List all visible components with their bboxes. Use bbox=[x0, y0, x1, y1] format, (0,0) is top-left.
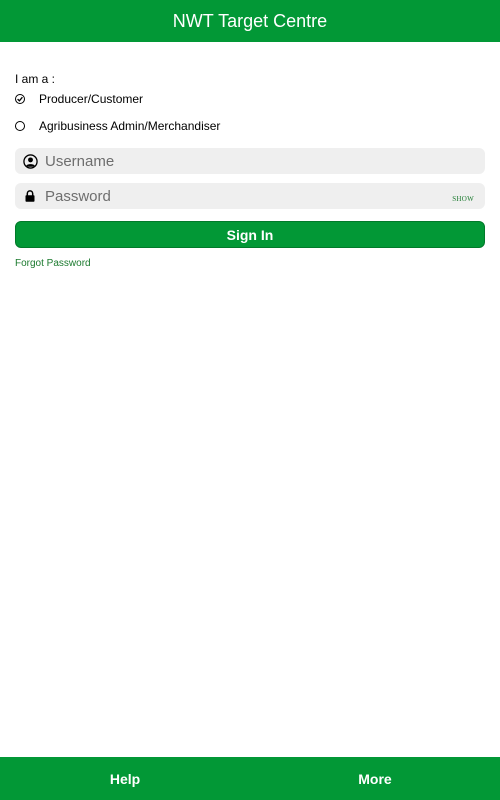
role-label: I am a : bbox=[15, 72, 56, 86]
sign-in-button[interactable]: Sign In bbox=[15, 221, 485, 248]
username-field[interactable] bbox=[15, 148, 485, 174]
role-option-producer[interactable]: Producer/Customer bbox=[15, 90, 485, 108]
role-option-label: Agribusiness Admin/Merchandiser bbox=[39, 119, 221, 133]
radio-checked-icon[interactable] bbox=[15, 94, 25, 104]
page-title: NWT Target Centre bbox=[172, 10, 328, 31]
bottom-nav: Help More bbox=[0, 757, 500, 800]
user-circle-icon bbox=[15, 153, 45, 169]
help-button[interactable]: Help bbox=[0, 757, 250, 800]
forgot-password-link[interactable]: Forgot Password bbox=[15, 258, 91, 269]
password-input[interactable] bbox=[45, 183, 485, 209]
show-password-button[interactable]: SHOW bbox=[452, 195, 474, 203]
password-field[interactable]: SHOW bbox=[15, 183, 485, 209]
radio-unchecked-icon[interactable] bbox=[15, 121, 25, 131]
lock-icon bbox=[15, 190, 45, 202]
more-button[interactable]: More bbox=[250, 757, 500, 800]
login-form: I am a : Producer/Customer Agribusiness … bbox=[15, 72, 485, 271]
username-input[interactable] bbox=[45, 148, 485, 174]
role-option-agribusiness[interactable]: Agribusiness Admin/Merchandiser bbox=[15, 117, 485, 135]
role-option-label: Producer/Customer bbox=[39, 92, 144, 106]
app-header: NWT Target Centre bbox=[0, 0, 500, 42]
